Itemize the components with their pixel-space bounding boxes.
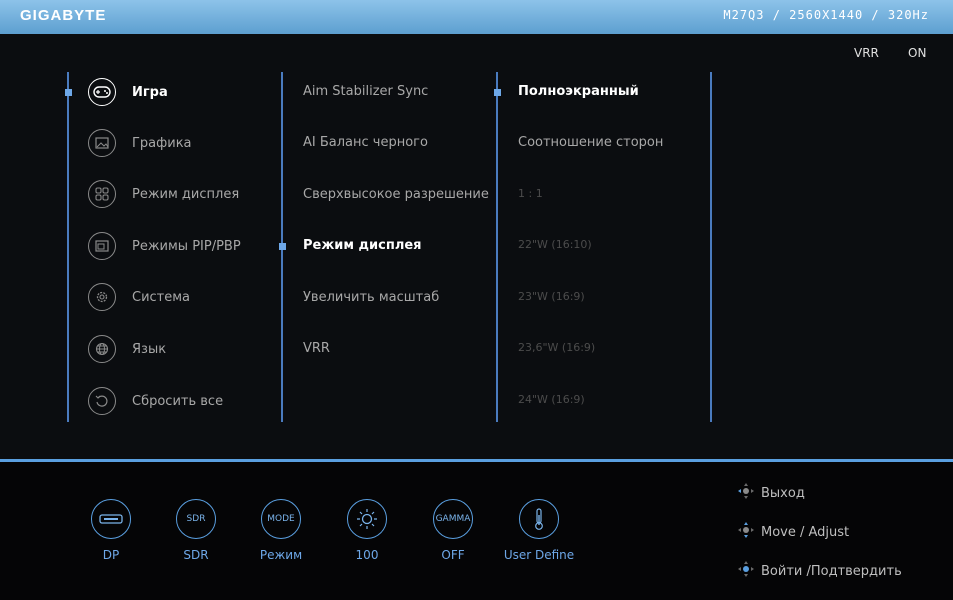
joystick-left-icon <box>737 482 755 504</box>
help-label: Move / Adjust <box>761 524 850 540</box>
help-label: Войти /Подтвердить <box>761 563 902 579</box>
right-divider <box>710 72 712 422</box>
submenu-item-black-balance[interactable]: AI Баланс черного <box>303 135 428 150</box>
menu-item-label: Система <box>132 289 191 305</box>
gear-icon <box>88 283 116 311</box>
menu-divider <box>67 72 69 422</box>
input-port-icon <box>91 499 131 539</box>
reset-icon <box>88 387 116 415</box>
gamma-icon-text: GAMMA <box>435 514 471 524</box>
options-divider <box>496 72 498 422</box>
mode-icon-text: MODE <box>267 514 295 524</box>
menu-item-system[interactable]: Система <box>88 280 190 314</box>
option-fullscreen[interactable]: Полноэкранный <box>518 84 639 99</box>
option-selection-marker <box>494 89 501 96</box>
gamma-value: OFF <box>441 548 465 562</box>
submenu-item-display-mode[interactable]: Режим дисплея <box>303 238 422 253</box>
sdr-icon-text: SDR <box>186 514 206 524</box>
menu-item-label: Язык <box>132 341 167 357</box>
menu-item-graphics[interactable]: Графика <box>88 126 192 160</box>
gamma-icon: GAMMA <box>433 499 473 539</box>
menu-item-label: Игра <box>132 84 168 100</box>
brightness-icon <box>347 499 387 539</box>
vrr-status-label: VRR <box>854 46 879 60</box>
picture-mode-label: Режим <box>259 548 303 562</box>
help-move-adjust: Move / Adjust <box>737 521 849 543</box>
top-bar: GIGABYTE M27Q3 / 2560X1440 / 320Hz <box>0 0 953 34</box>
menu-item-game[interactable]: Игра <box>88 75 168 109</box>
menu-item-label: Режим дисплея <box>132 186 240 202</box>
menu-item-reset-all[interactable]: Сбросить все <box>88 384 223 418</box>
joystick-updown-icon <box>737 521 755 543</box>
color-temp-value: User Define <box>503 548 575 562</box>
option-aspect-ratio[interactable]: Соотношение сторон <box>518 135 663 150</box>
menu-selection-marker <box>65 89 72 96</box>
sdr-icon: SDR <box>176 499 216 539</box>
help-label: Выход <box>761 485 805 501</box>
menu-item-label: Графика <box>132 135 192 151</box>
submenu-item-super-resolution[interactable]: Сверхвысокое разрешение <box>303 187 489 202</box>
option-24w: 24"W (16:9) <box>518 393 585 406</box>
option-23w: 23"W (16:9) <box>518 290 585 303</box>
menu-item-pip-pbp[interactable]: Режимы PIP/PBP <box>88 229 241 263</box>
help-exit: Выход <box>737 482 805 504</box>
gamepad-icon <box>88 78 116 106</box>
menu-item-label: Режимы PIP/PBP <box>132 238 241 254</box>
menu-item-language[interactable]: Язык <box>88 332 166 366</box>
help-enter-confirm: Войти /Подтвердить <box>737 560 902 582</box>
thermometer-icon <box>519 499 559 539</box>
option-23-6w: 23,6"W (16:9) <box>518 341 596 354</box>
submenu-item-aim-stabilizer[interactable]: Aim Stabilizer Sync <box>303 84 428 99</box>
picture-icon <box>88 129 116 157</box>
joystick-press-icon <box>737 560 755 582</box>
menu-item-label: Сбросить все <box>132 393 224 409</box>
vrr-status-value: ON <box>908 46 927 60</box>
submenu-item-vrr[interactable]: VRR <box>303 341 330 356</box>
option-1-1: 1 : 1 <box>518 187 543 200</box>
brightness-value: 100 <box>355 548 379 562</box>
pip-icon <box>88 232 116 260</box>
model-info: M27Q3 / 2560X1440 / 320Hz <box>723 8 929 22</box>
globe-icon <box>88 335 116 363</box>
mode-icon: MODE <box>261 499 301 539</box>
menu-item-display-mode[interactable]: Режим дисплея <box>88 177 239 211</box>
submenu-selection-marker <box>279 243 286 250</box>
submenu-item-zoom[interactable]: Увеличить масштаб <box>303 290 439 305</box>
brand-logo: GIGABYTE <box>20 7 107 24</box>
display-mode-icon <box>88 180 116 208</box>
option-22w: 22"W (16:10) <box>518 238 592 251</box>
